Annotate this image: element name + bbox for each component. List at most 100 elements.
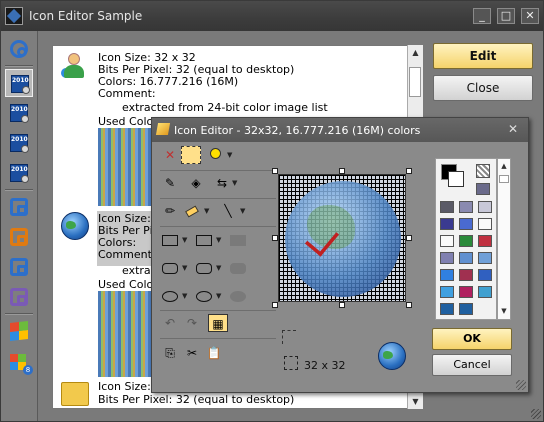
chevron-down-icon[interactable]: ▼ bbox=[216, 287, 224, 305]
chevron-down-icon[interactable]: ▼ bbox=[216, 259, 224, 277]
color-swatch[interactable] bbox=[440, 201, 454, 213]
chevron-down-icon[interactable]: ▼ bbox=[182, 259, 190, 277]
filled-rectangle-tool-icon[interactable] bbox=[230, 235, 246, 246]
color-swatch[interactable] bbox=[459, 235, 473, 247]
minimize-button[interactable]: _ bbox=[473, 8, 491, 24]
chevron-down-icon[interactable]: ▼ bbox=[232, 174, 240, 192]
resize-grip-icon[interactable] bbox=[516, 380, 526, 390]
scroll-down-arrow-icon[interactable]: ▼ bbox=[408, 394, 423, 409]
secondary-color[interactable] bbox=[448, 171, 464, 187]
eyedropper-tool-icon[interactable]: ✎ bbox=[160, 174, 180, 192]
sidebar-item-chain-3[interactable] bbox=[5, 253, 33, 281]
rounded-rectangle-tool-icon[interactable] bbox=[162, 263, 178, 274]
transparent-color[interactable] bbox=[476, 164, 490, 178]
resize-handle[interactable] bbox=[406, 168, 412, 174]
sidebar-item-chain-1[interactable] bbox=[5, 193, 33, 221]
sidebar-item-windows[interactable] bbox=[5, 317, 33, 345]
color-swatch[interactable] bbox=[440, 286, 454, 298]
sidebar-item-chain-4[interactable] bbox=[5, 283, 33, 311]
rect-select-tool-icon[interactable] bbox=[181, 146, 201, 164]
dialog-title-bar[interactable]: Icon Editor - 32x32, 16.777.216 (16M) co… bbox=[152, 118, 528, 142]
color-swatch[interactable] bbox=[459, 286, 473, 298]
undo-icon[interactable]: ↶ bbox=[160, 314, 180, 332]
chevron-down-icon[interactable]: ▼ bbox=[204, 202, 212, 220]
pencil-tool-icon[interactable]: ✏ bbox=[160, 202, 180, 220]
ellipse-outline-tool-icon[interactable] bbox=[196, 291, 212, 302]
resize-handle[interactable] bbox=[406, 302, 412, 308]
eraser-tool-icon[interactable] bbox=[182, 202, 202, 220]
ellipse-tool-icon[interactable] bbox=[162, 291, 178, 302]
sidebar-item-chain-2[interactable] bbox=[5, 223, 33, 251]
chevron-down-icon[interactable]: ▼ bbox=[240, 202, 248, 220]
color-swatch[interactable] bbox=[478, 269, 492, 281]
color-swatch[interactable] bbox=[476, 183, 490, 195]
filled-rounded-rectangle-tool-icon[interactable] bbox=[230, 263, 246, 274]
scroll-up-arrow-icon[interactable]: ▲ bbox=[408, 45, 423, 60]
globe-icon bbox=[285, 181, 401, 297]
cancel-selection-icon[interactable]: ✕ bbox=[160, 146, 180, 164]
ok-button[interactable]: OK bbox=[432, 328, 512, 350]
rounded-rectangle-outline-tool-icon[interactable] bbox=[196, 263, 212, 274]
scroll-thumb[interactable] bbox=[499, 175, 509, 183]
scroll-up-arrow-icon[interactable]: ▲ bbox=[498, 159, 510, 174]
scroll-down-arrow-icon[interactable]: ▼ bbox=[498, 304, 510, 319]
paste-icon[interactable]: 📋 bbox=[204, 344, 224, 362]
filled-ellipse-tool-icon[interactable] bbox=[230, 291, 246, 302]
cut-icon[interactable]: ✂ bbox=[182, 344, 202, 362]
dialog-close-icon[interactable]: ✕ bbox=[508, 122, 518, 136]
chain-icon bbox=[10, 228, 28, 246]
title-bar[interactable]: Icon Editor Sample _ □ ✕ bbox=[1, 1, 543, 31]
sidebar-item-windows-8[interactable]: 8 bbox=[5, 349, 33, 377]
color-swatch[interactable] bbox=[459, 252, 473, 264]
scroll-thumb[interactable] bbox=[409, 67, 421, 97]
resize-handle[interactable] bbox=[406, 235, 412, 241]
sidebar-separator bbox=[5, 189, 33, 191]
maximize-button[interactable]: □ bbox=[497, 8, 515, 24]
palette-scrollbar[interactable]: ▲ ▼ bbox=[497, 158, 511, 320]
entry-1-size: Icon Size: 32 x 32 bbox=[98, 51, 196, 64]
chevron-down-icon[interactable]: ▼ bbox=[182, 231, 190, 249]
color-swatch[interactable] bbox=[478, 235, 492, 247]
color-swatch[interactable] bbox=[440, 235, 454, 247]
color-swatch[interactable] bbox=[478, 286, 492, 298]
main-window: Icon Editor Sample _ □ ✕ 2010 2010 2010 … bbox=[0, 0, 544, 422]
color-swatch[interactable] bbox=[459, 201, 473, 213]
line-tool-icon[interactable]: ╲ bbox=[218, 202, 238, 220]
color-swatch[interactable] bbox=[440, 252, 454, 264]
color-swatch[interactable] bbox=[459, 269, 473, 281]
window-resize-grip-icon[interactable] bbox=[531, 409, 541, 419]
color-swatch[interactable] bbox=[478, 252, 492, 264]
redo-icon[interactable]: ↷ bbox=[182, 314, 202, 332]
folder-icon bbox=[61, 382, 89, 406]
resize-handle[interactable] bbox=[272, 302, 278, 308]
chevron-down-icon[interactable]: ▼ bbox=[182, 287, 190, 305]
entry-2-size: Icon Size: bbox=[98, 212, 151, 225]
rectangle-outline-tool-icon[interactable] bbox=[196, 235, 212, 246]
chevron-down-icon[interactable]: ▼ bbox=[227, 146, 235, 164]
color-swatch[interactable] bbox=[478, 201, 492, 213]
magnifier-tool-icon[interactable] bbox=[205, 146, 225, 164]
sidebar-item-2010-d[interactable]: 2010 bbox=[5, 159, 33, 187]
resize-handle[interactable] bbox=[339, 302, 345, 308]
edit-button[interactable]: Edit bbox=[433, 43, 533, 69]
sidebar-item-2010-a[interactable]: 2010 bbox=[5, 69, 33, 97]
close-window-button[interactable]: ✕ bbox=[521, 8, 539, 24]
close-button[interactable]: Close bbox=[433, 75, 533, 101]
color-swatch[interactable] bbox=[440, 269, 454, 281]
color-swatch[interactable] bbox=[440, 303, 454, 315]
chevron-down-icon[interactable]: ▼ bbox=[216, 231, 224, 249]
sidebar-item-2010-c[interactable]: 2010 bbox=[5, 129, 33, 157]
rectangle-tool-icon[interactable] bbox=[162, 235, 178, 246]
sidebar-item-2010-b[interactable]: 2010 bbox=[5, 99, 33, 127]
replace-color-tool-icon[interactable]: ⇆ bbox=[212, 174, 232, 192]
cancel-button[interactable]: Cancel bbox=[432, 354, 512, 376]
sidebar-item-chain-blue[interactable] bbox=[5, 35, 33, 63]
fill-bucket-tool-icon[interactable]: ◈ bbox=[186, 174, 206, 192]
color-swatch[interactable] bbox=[459, 218, 473, 230]
grid-toggle-icon[interactable]: ▦ bbox=[208, 314, 228, 332]
color-swatch[interactable] bbox=[459, 303, 473, 315]
color-swatch[interactable] bbox=[478, 218, 492, 230]
color-swatch[interactable] bbox=[440, 218, 454, 230]
pixel-grid-canvas[interactable] bbox=[278, 174, 406, 302]
copy-icon[interactable]: ⎘ bbox=[160, 344, 180, 362]
